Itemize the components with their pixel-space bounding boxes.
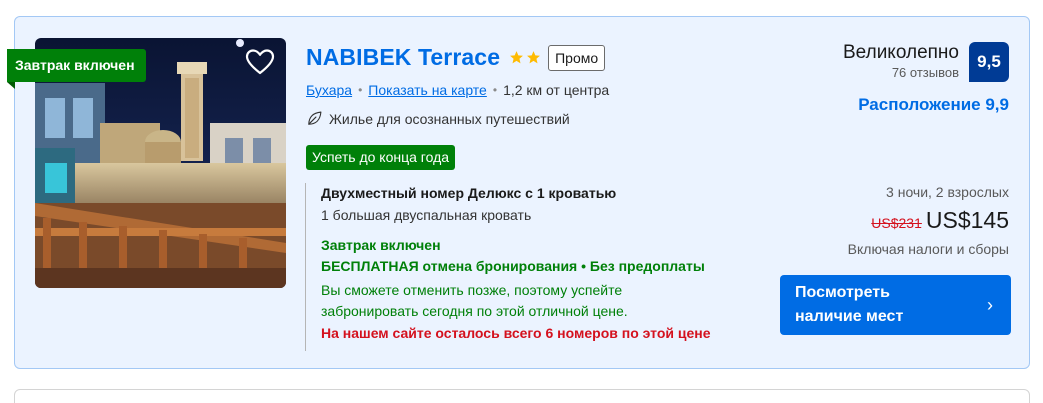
show-on-map-link[interactable]: Показать на карте: [368, 82, 487, 98]
heart-icon[interactable]: [245, 47, 275, 77]
property-card: Завтрак включен NABIBEK Terrace Промо Бу…: [7, 16, 1030, 369]
star-icon: [527, 51, 541, 64]
location-score: Расположение 9,9: [858, 95, 1009, 114]
promo-badge: Промо: [548, 44, 606, 71]
city-link[interactable]: Бухара: [306, 82, 352, 98]
old-price: US$231: [871, 215, 922, 231]
eco-label: Жилье для осознанных путешествий: [329, 110, 570, 127]
ribbon-fold: [7, 82, 15, 89]
location-row: Бухара • Показать на карте • 1,2 км от ц…: [306, 82, 609, 98]
cta-line: Посмотреть: [795, 284, 890, 301]
stay-details: 3 ночи, 2 взрослых: [886, 184, 1009, 200]
tax-note: Включая налоги и сборы: [847, 241, 1009, 257]
cancel-note: Вы сможете отменить позже, поэтому успей…: [321, 280, 765, 322]
review-text: Великолепно 76 отзывов: [843, 42, 959, 80]
room-details: Двухместный номер Делюкс с 1 кроватью 1 …: [305, 183, 765, 351]
hotel-name[interactable]: NABIBEK Terrace: [306, 44, 500, 71]
cancel-note-line: Вы сможете отменить позже, поэтому успей…: [321, 282, 623, 298]
reviews-count: 76 отзывов: [891, 65, 959, 80]
bed-info: 1 большая двуспальная кровать: [321, 207, 532, 223]
cta-line: наличие мест: [795, 308, 904, 325]
see-availability-button[interactable]: Посмотреть наличие мест ›: [780, 275, 1011, 335]
cta-label: Посмотреть наличие мест: [795, 281, 945, 329]
separator-dot: •: [358, 83, 363, 97]
cancel-note-line: забронировать сегодня по этой отличной ц…: [321, 303, 628, 319]
title-row: NABIBEK Terrace Промо: [306, 44, 606, 71]
room-name: Двухместный номер Делюкс с 1 кроватью: [321, 185, 617, 201]
price-row: US$231 US$145: [871, 207, 1009, 234]
distance-text: 1,2 км от центра: [503, 82, 610, 98]
leaf-icon: [308, 111, 322, 125]
deal-badge: Успеть до конца года: [306, 145, 456, 170]
current-price: US$145: [925, 207, 1009, 233]
separator-dot: •: [492, 83, 498, 97]
eco-label-row: Жилье для осознанных путешествий: [306, 110, 570, 127]
next-property-card: [14, 389, 1030, 403]
star-rating: [509, 50, 541, 65]
chevron-right-icon: ›: [987, 295, 993, 315]
breakfast-ribbon: Завтрак включен: [7, 49, 146, 82]
breakfast-included: Завтрак включен: [321, 237, 441, 253]
score-badge: 9,5: [969, 42, 1009, 82]
free-cancellation: БЕСПЛАТНАЯ отмена бронирования • Без пре…: [321, 258, 705, 274]
star-icon: [510, 51, 524, 64]
review-score[interactable]: Великолепно 76 отзывов 9,5: [843, 42, 1009, 82]
scarcity-message: На нашем сайте осталось всего 6 номеров …: [321, 325, 711, 341]
score-word: Великолепно: [843, 42, 959, 63]
